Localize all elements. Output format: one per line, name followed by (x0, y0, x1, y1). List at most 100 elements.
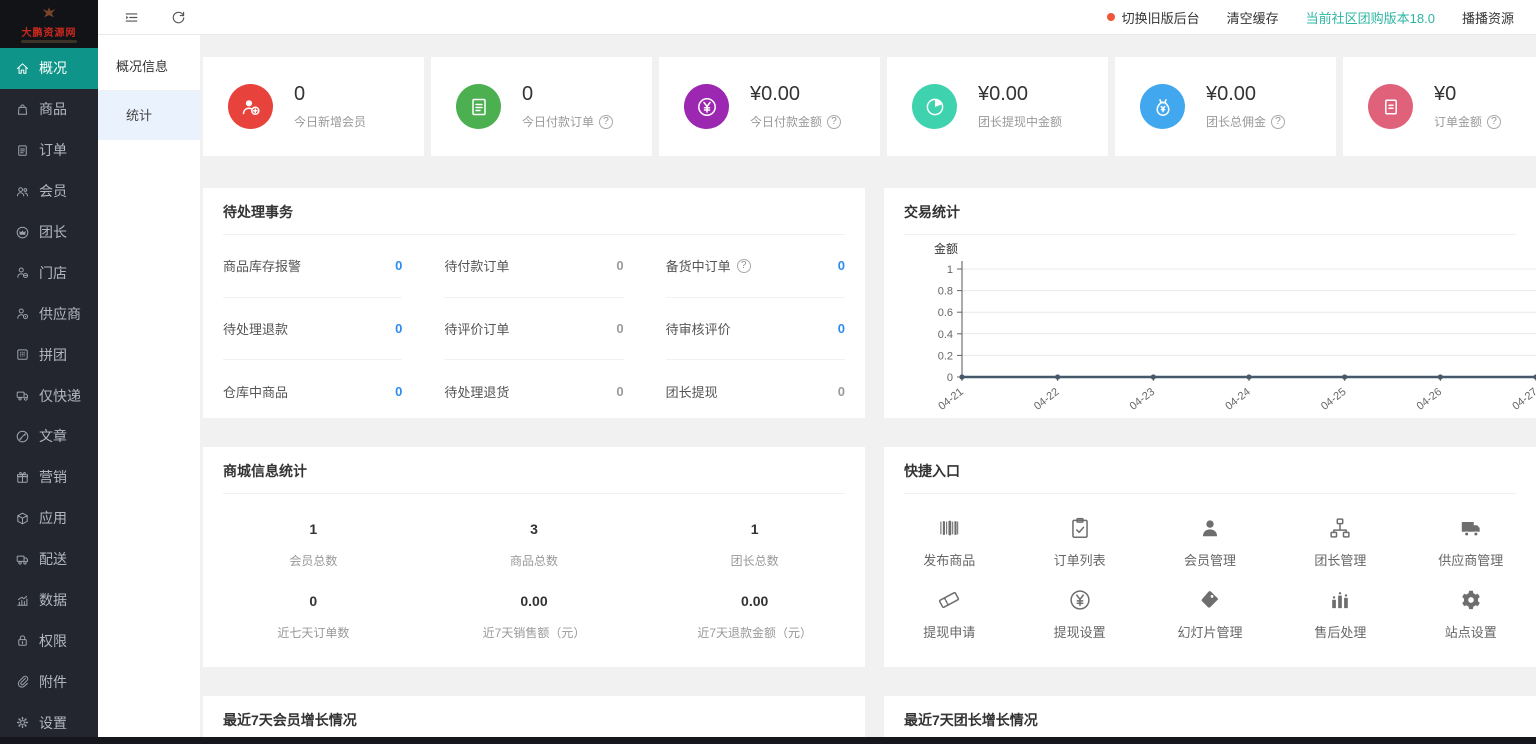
store-icon (15, 265, 30, 280)
svg-text:04-21: 04-21 (936, 386, 966, 413)
pending-item-pending-review-comments[interactable]: 待审核评价 0 (666, 298, 845, 361)
doc-eq-icon (1379, 95, 1403, 119)
refresh-icon[interactable] (170, 9, 187, 26)
home-icon (15, 61, 30, 76)
pending-item-leader-withdrawals[interactable]: 团长提现 0 (666, 360, 845, 418)
pending-tasks-grid: 商品库存报警 0 待付款订单 0 备货中订单 ? 0 待处理退款 0 待评价订单… (223, 235, 845, 418)
quick-entry-panel: 快捷入口 发布商品 订单列表 会员管理 团长管理 供应商管理 提现申请 提现设置… (884, 447, 1536, 667)
gear-icon (15, 715, 30, 730)
sidebar-item-label: 文章 (39, 426, 67, 446)
sidebar-item-label: 配送 (39, 549, 67, 569)
help-icon[interactable]: ? (1487, 115, 1501, 129)
pending-item-preparing-orders[interactable]: 备货中订单 ? 0 (666, 235, 845, 298)
stat-card-value: 0 (294, 83, 366, 106)
sidebar-item-articles[interactable]: 文章 (0, 416, 98, 457)
quick-entry-leader-management[interactable]: 团长管理 (1275, 515, 1405, 569)
sidebar-item-orders[interactable]: 订单 (0, 130, 98, 171)
sidebar-item-delivery[interactable]: 配送 (0, 539, 98, 580)
sidebar-item-stores[interactable]: 门店 (0, 252, 98, 293)
sidebar-item-leaders[interactable]: 团长 (0, 212, 98, 253)
topbar-link-current-version[interactable]: 当前社区团购版本18.0 (1306, 8, 1435, 27)
quick-entry-label: 提现设置 (1014, 622, 1144, 641)
sidebar-item-permissions[interactable]: 权限 (0, 620, 98, 661)
topbar-link-clear-cache[interactable]: 清空缓存 (1227, 8, 1279, 27)
stat-card-leader-withdrawing: ¥0.00 团长提现中金额 (887, 57, 1108, 156)
pin-icon (15, 347, 30, 362)
sidebar-item-attachments[interactable]: 附件 (0, 661, 98, 702)
sidebar-item-goods[interactable]: 商品 (0, 89, 98, 130)
quick-entry-order-list[interactable]: 订单列表 (1014, 515, 1144, 569)
sidebar-item-groupbuy[interactable]: 拼团 (0, 334, 98, 375)
horizontal-scrollbar[interactable] (0, 737, 1536, 744)
mall-stat-total-leaders: 1 团长总数 (644, 521, 865, 569)
topbar-actions: 切换旧版后台 清空缓存 当前社区团购版本18.0 播播资源 (1107, 8, 1514, 27)
help-icon[interactable]: ? (827, 115, 841, 129)
sidebar-item-suppliers[interactable]: 供应商 (0, 293, 98, 334)
main-content: 0 今日新增会员 0 今日付款订单 ? ¥0.00 今日付款金额 ? (200, 35, 1536, 744)
mall-stat-value: 3 (424, 521, 645, 537)
quick-entry-publish-goods[interactable]: 发布商品 (884, 515, 1014, 569)
pending-item-pending-review-orders[interactable]: 待评价订单 0 (444, 298, 623, 361)
sidebar-item-overview[interactable]: 概况 (0, 48, 98, 89)
svg-text:0.4: 0.4 (938, 329, 953, 341)
app-logo-subtitle (21, 40, 77, 43)
sidebar-item-label: 应用 (39, 508, 67, 528)
svg-text:04-27: 04-27 (1510, 386, 1536, 413)
pending-item-warehouse-goods[interactable]: 仓库中商品 0 (223, 360, 402, 418)
help-icon[interactable]: ? (737, 259, 751, 273)
quick-entry-member-management[interactable]: 会员管理 (1145, 515, 1275, 569)
svg-text:金额: 金额 (934, 241, 958, 256)
topbar-link-bobo-resources[interactable]: 播播资源 (1462, 8, 1514, 27)
help-icon[interactable]: ? (1271, 115, 1285, 129)
secondary-sidebar: 概况信息 统计 (98, 35, 200, 744)
sidebar-item-marketing[interactable]: 营销 (0, 457, 98, 498)
sidebar-item-data[interactable]: 数据 (0, 580, 98, 621)
truck-solid-icon (1458, 515, 1484, 541)
svg-text:04-22: 04-22 (1032, 386, 1062, 413)
pending-item-label: 商品库存报警 (223, 256, 301, 275)
user-plus-icon (239, 95, 263, 119)
quick-entry-label: 站点设置 (1406, 622, 1536, 641)
barcode-icon (936, 515, 962, 541)
mall-stat-label: 近7天退款金额（元） (644, 624, 865, 641)
pending-item-label: 团长提现 (666, 382, 718, 401)
quick-entry-withdraw-settings[interactable]: 提现设置 (1014, 587, 1144, 641)
svg-text:04-23: 04-23 (1128, 386, 1158, 413)
pending-item-stock-alert[interactable]: 商品库存报警 0 (223, 235, 402, 298)
quick-entry-site-settings[interactable]: 站点设置 (1406, 587, 1536, 641)
lock-icon (15, 633, 30, 648)
pending-item-value: 0 (616, 384, 623, 399)
quick-entry-aftersale-handle[interactable]: 售后处理 (1275, 587, 1405, 641)
stat-card-label: 今日新增会员 (294, 113, 366, 130)
mall-stat-label: 近七天订单数 (203, 624, 424, 641)
pending-item-pending-refunds[interactable]: 待处理退款 0 (223, 298, 402, 361)
mall-stat-label: 商品总数 (424, 552, 645, 569)
stat-card-value: 0 (522, 83, 613, 106)
sidebar-item-members[interactable]: 会员 (0, 171, 98, 212)
mall-stat-total-goods: 3 商品总数 (424, 521, 645, 569)
collapse-menu-icon[interactable] (123, 9, 140, 26)
quick-entry-label: 会员管理 (1145, 550, 1275, 569)
topbar-link-label: 清空缓存 (1227, 8, 1279, 27)
stat-card-paid-amount-today: ¥0.00 今日付款金额 ? (659, 57, 880, 156)
quick-entry-slideshow-management[interactable]: 幻灯片管理 (1145, 587, 1275, 641)
chart-icon (15, 593, 30, 608)
sidebar-item-apps[interactable]: 应用 (0, 498, 98, 539)
stat-cards-row: 0 今日新增会员 0 今日付款订单 ? ¥0.00 今日付款金额 ? (203, 57, 1536, 156)
topbar-link-switch-old-admin[interactable]: 切换旧版后台 (1107, 8, 1200, 27)
article-icon (15, 429, 30, 444)
pending-item-pending-returns[interactable]: 待处理退货 0 (444, 360, 623, 418)
secondary-item-statistics[interactable]: 统计 (98, 91, 200, 140)
quick-entry-withdraw-apply[interactable]: 提现申请 (884, 587, 1014, 641)
svg-text:04-26: 04-26 (1415, 386, 1445, 413)
mall-stat-label: 团长总数 (644, 552, 865, 569)
quick-entry-supplier-management[interactable]: 供应商管理 (1406, 515, 1536, 569)
sidebar-item-express-only[interactable]: 仅快递 (0, 375, 98, 416)
growth-panel-title: 最近7天会员增长情况 (223, 696, 845, 743)
mall-stat-label: 近7天销售额（元） (424, 624, 645, 641)
pending-item-unpaid-orders[interactable]: 待付款订单 0 (444, 235, 623, 298)
pending-item-value: 0 (838, 384, 845, 399)
help-icon[interactable]: ? (599, 115, 613, 129)
quick-entry-label: 发布商品 (884, 550, 1014, 569)
mall-stat-value: 1 (203, 521, 424, 537)
